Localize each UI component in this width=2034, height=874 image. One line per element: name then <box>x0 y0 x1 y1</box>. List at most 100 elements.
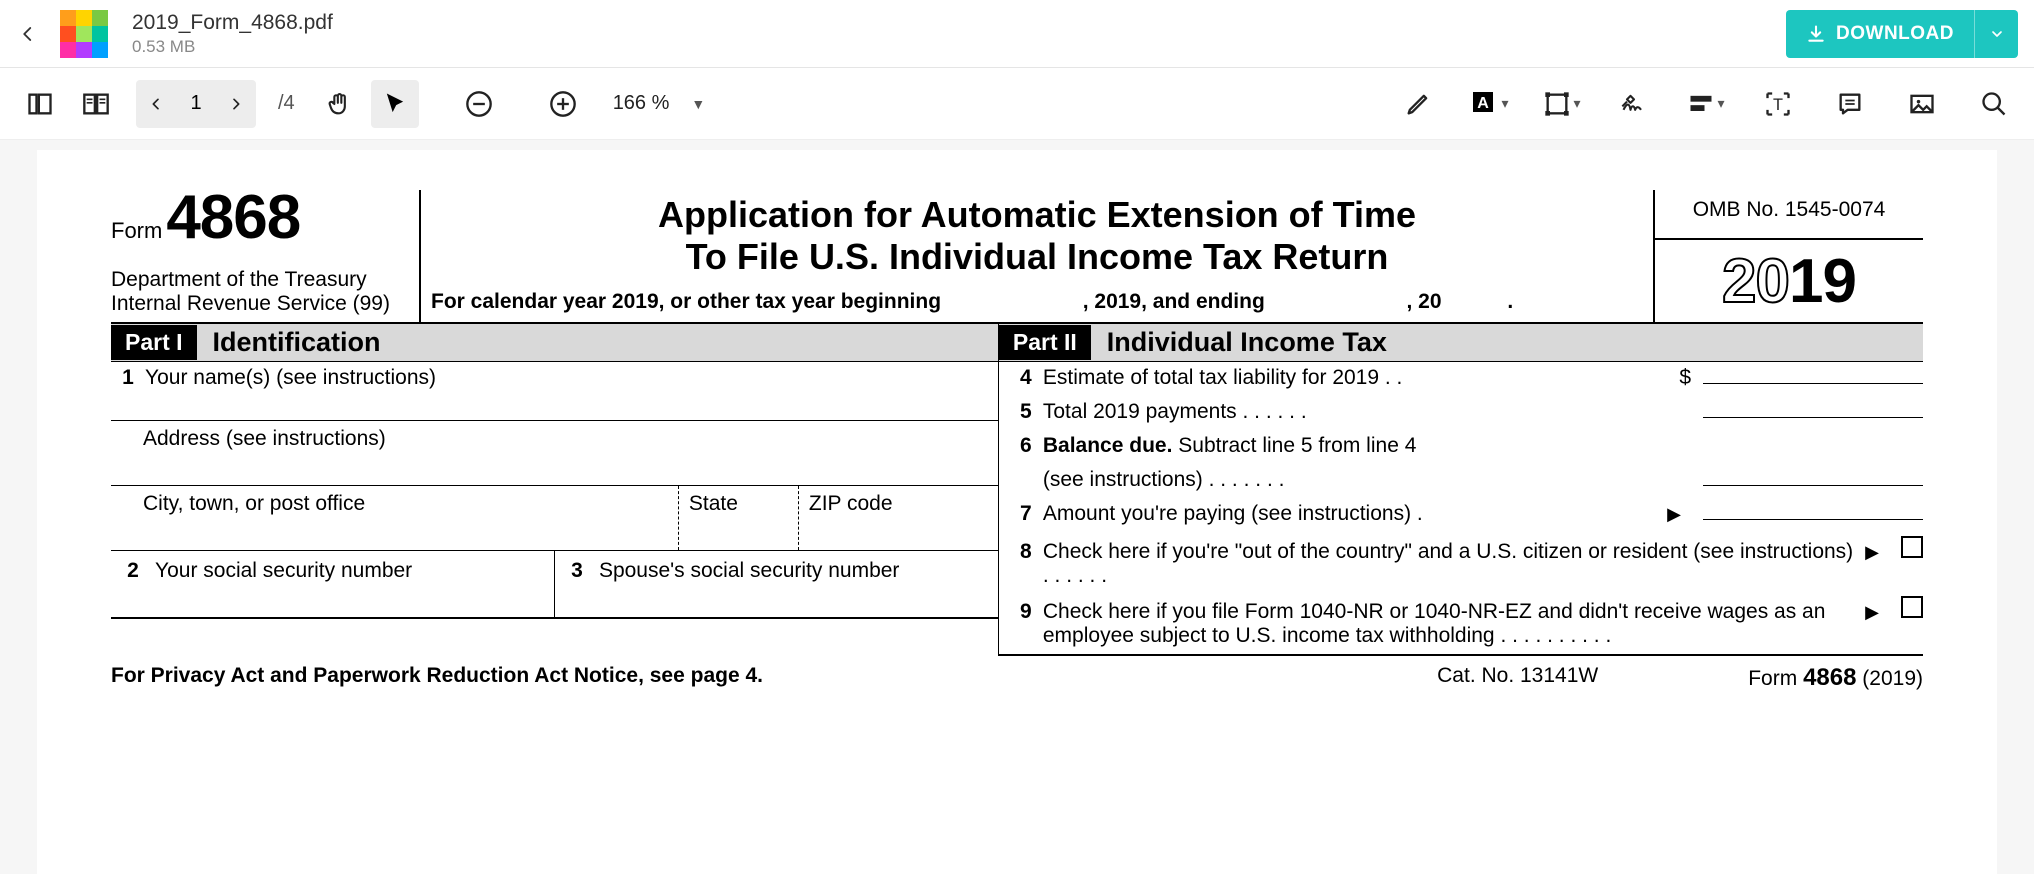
svg-text:T: T <box>1773 95 1783 113</box>
file-name: 2019_Form_4868.pdf <box>132 11 333 35</box>
form-title-2: To File U.S. Individual Income Tax Retur… <box>431 236 1643 278</box>
ssn-row: 2 Your social security number 3 Spouse's s… <box>111 550 998 619</box>
download-icon <box>1806 24 1826 44</box>
line1-number: 1 <box>111 366 145 390</box>
download-menu-button[interactable] <box>1974 10 2018 58</box>
draw-tool-button[interactable] <box>1394 80 1442 128</box>
hand-icon <box>325 90 353 118</box>
zoom-menu-button[interactable]: ▼ <box>691 96 705 112</box>
line6c-text: (see instructions) . . . . . . . <box>1043 468 1691 492</box>
state-label: State <box>678 486 798 550</box>
redact-icon <box>1687 90 1715 118</box>
image-tool-button[interactable] <box>1898 80 1946 128</box>
omb-number: OMB No. 1545-0074 <box>1655 190 1923 240</box>
line1-text: Your name(s) (see instructions) <box>145 366 998 390</box>
form-header: Form 4868 Department of the Treasury Int… <box>111 190 1923 324</box>
page-navigator <box>136 80 256 128</box>
form-number: 4868 <box>166 190 300 246</box>
zoom-level[interactable]: 166 % <box>613 92 670 115</box>
part1-title: Identification <box>213 327 381 358</box>
redact-tool-button[interactable]: ▾ <box>1682 80 1730 128</box>
line4-amount[interactable] <box>1703 383 1923 384</box>
chevron-left-icon <box>148 96 164 112</box>
part2-header: Part II Individual Income Tax <box>999 324 1923 362</box>
prev-page-button[interactable] <box>136 80 176 128</box>
line3-number: 3 <box>565 559 589 583</box>
line5-amount[interactable] <box>1703 417 1923 418</box>
arrow-icon: ▶ <box>1865 602 1879 623</box>
sidebar-toggle-button[interactable] <box>16 80 64 128</box>
chevron-right-icon <box>228 96 244 112</box>
shape-tool-button[interactable]: ▾ <box>1538 80 1586 128</box>
irs-line: Internal Revenue Service (99) <box>111 292 409 316</box>
text-box-icon: A <box>1471 90 1499 118</box>
line8-checkbox[interactable] <box>1901 536 1923 558</box>
page-spread-button[interactable] <box>72 80 120 128</box>
arrow-icon: ▶ <box>1865 542 1879 563</box>
part1-tag: Part I <box>111 325 197 360</box>
city-label: City, town, or post office <box>111 486 678 550</box>
line3-text: Spouse's social security number <box>599 559 899 583</box>
line5-number: 5 <box>1009 400 1043 424</box>
part2-tag: Part II <box>999 325 1091 360</box>
file-size: 0.53 MB <box>132 37 333 57</box>
catalog-number: Cat. No. 13141W <box>1437 664 1598 692</box>
line6-number: 6 <box>1009 434 1043 458</box>
chevron-left-icon <box>19 25 37 43</box>
address-label: Address (see instructions) <box>111 420 998 485</box>
chevron-down-icon <box>1989 26 2005 42</box>
line7-text: Amount you're paying (see instructions) … <box>1043 502 1657 526</box>
dept-line: Department of the Treasury <box>111 268 409 292</box>
app-logo <box>60 10 108 58</box>
next-page-button[interactable] <box>216 80 256 128</box>
note-icon <box>1836 90 1864 118</box>
line8-number: 8 <box>1009 540 1043 564</box>
pdf-page: Form 4868 Department of the Treasury Int… <box>37 150 1997 874</box>
page-number-input[interactable] <box>176 92 216 115</box>
form-footer: For Privacy Act and Paperwork Reduction … <box>111 656 1923 692</box>
zoom-out-button[interactable] <box>455 80 503 128</box>
line5-text: Total 2019 payments . . . . . . <box>1043 400 1691 424</box>
line6-amount[interactable] <box>1703 485 1923 486</box>
line6-text: Balance due. Subtract line 5 from line 4 <box>1043 434 1923 458</box>
note-tool-button[interactable] <box>1826 80 1874 128</box>
zoom-in-button[interactable] <box>539 80 587 128</box>
part1-header: Part I Identification <box>111 324 998 362</box>
dollar-sign: $ <box>1679 366 1691 390</box>
pencil-icon <box>1404 90 1432 118</box>
part2-title: Individual Income Tax <box>1107 327 1387 358</box>
annotation-tools: A▾ ▾ ▾ T <box>1394 80 2018 128</box>
footer-form-ref: Form 4868 (2019) <box>1748 664 1923 692</box>
line4-number: 4 <box>1009 366 1043 390</box>
line2-text: Your social security number <box>155 559 412 583</box>
svg-text:A: A <box>1478 95 1490 112</box>
arrow-icon: ▶ <box>1667 504 1681 525</box>
back-button[interactable] <box>16 22 40 46</box>
minus-circle-icon <box>465 90 493 118</box>
download-button[interactable]: DOWNLOAD <box>1786 10 2018 58</box>
line9-checkbox[interactable] <box>1901 596 1923 618</box>
text-highlight-button[interactable]: A▾ <box>1466 80 1514 128</box>
image-icon <box>1908 90 1936 118</box>
document-canvas[interactable]: Form 4868 Department of the Treasury Int… <box>0 140 2034 874</box>
pan-tool-button[interactable] <box>315 80 363 128</box>
text-tool-button[interactable]: T <box>1754 80 1802 128</box>
line9-text: Check here if you file Form 1040-NR or 1… <box>1043 600 1855 648</box>
cursor-icon <box>381 90 409 118</box>
download-label: DOWNLOAD <box>1836 23 1954 45</box>
select-tool-button[interactable] <box>371 80 419 128</box>
app-header: 2019_Form_4868.pdf 0.53 MB DOWNLOAD <box>0 0 2034 68</box>
plus-circle-icon <box>549 90 577 118</box>
text-area-icon: T <box>1764 90 1792 118</box>
search-button[interactable] <box>1970 80 2018 128</box>
line7-amount[interactable] <box>1703 519 1923 520</box>
line9-number: 9 <box>1009 600 1043 624</box>
line8-text: Check here if you're "out of the country… <box>1043 540 1855 588</box>
form-title-1: Application for Automatic Extension of T… <box>431 194 1643 236</box>
line7-number: 7 <box>1009 502 1043 526</box>
line2-number: 2 <box>121 559 145 583</box>
pdf-toolbar: /4 166 % ▼ A▾ ▾ ▾ T <box>0 68 2034 140</box>
signature-tool-button[interactable] <box>1610 80 1658 128</box>
calendar-year-line: For calendar year 2019, or other tax yea… <box>431 278 1643 314</box>
city-state-zip-row: City, town, or post office State ZIP cod… <box>111 485 998 550</box>
